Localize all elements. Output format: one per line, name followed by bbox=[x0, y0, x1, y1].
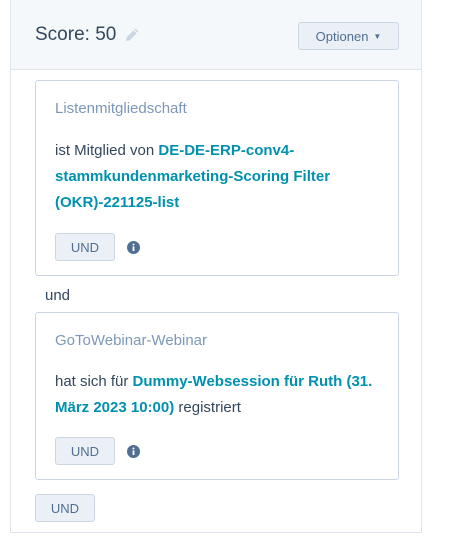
filter-prefix: hat sich für bbox=[55, 373, 133, 390]
info-icon[interactable] bbox=[127, 445, 140, 458]
filter-type-title: Listenmitgliedschaft bbox=[55, 100, 187, 117]
and-button[interactable]: UND bbox=[55, 437, 115, 465]
filter-type-title: GoToWebinar-Webinar bbox=[55, 332, 208, 349]
score-text: Score: 50 bbox=[35, 24, 117, 45]
and-button[interactable]: UND bbox=[55, 233, 115, 261]
score-title: Score: 50 bbox=[35, 24, 140, 46]
filter-description: ist Mitglied von DE-DE-ERP-conv4-stammku… bbox=[55, 138, 375, 216]
filter-suffix: registriert bbox=[174, 399, 241, 416]
add-and-group-button[interactable]: UND bbox=[35, 494, 95, 522]
and-connector-label: und bbox=[45, 287, 71, 304]
filter-description: hat sich für Dummy-Websession für Ruth (… bbox=[55, 369, 375, 421]
caret-down-icon: ▼ bbox=[373, 31, 382, 41]
info-icon[interactable] bbox=[127, 241, 140, 254]
options-label: Optionen bbox=[315, 28, 369, 44]
options-dropdown-button[interactable]: Optionen ▼ bbox=[298, 22, 399, 50]
filter-card-webinar: GoToWebinar-Webinar hat sich für Dummy-W… bbox=[35, 312, 399, 480]
score-panel: Score: 50 Optionen ▼ Listenmitgliedschaf… bbox=[10, 0, 422, 533]
pencil-icon[interactable] bbox=[124, 27, 140, 43]
filter-card-list-membership: Listenmitgliedschaft ist Mitglied von DE… bbox=[35, 80, 399, 276]
panel-header: Score: 50 Optionen ▼ bbox=[11, 0, 421, 70]
filter-prefix: ist Mitglied von bbox=[55, 142, 159, 159]
